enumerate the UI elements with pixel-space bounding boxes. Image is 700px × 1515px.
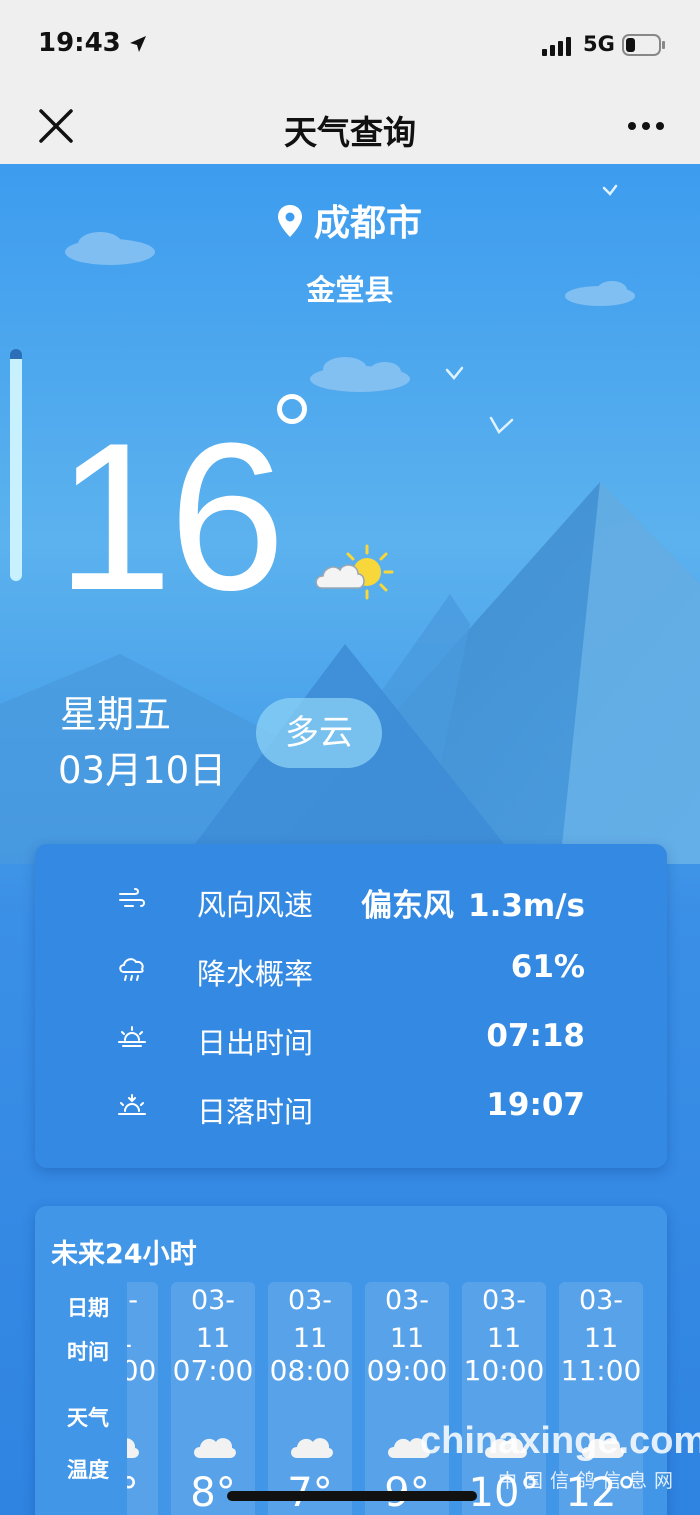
forecast-hour-column: 03- 11 07:00 8°: [171, 1282, 255, 1515]
hour-time: 09:00: [366, 1354, 448, 1387]
hour-date: 03- 11: [578, 1285, 624, 1354]
detail-value: 61%: [510, 949, 585, 985]
sunset-icon: [117, 1093, 147, 1123]
status-bar: 19:43 5G: [0, 0, 700, 90]
detail-value: 偏东风 1.3m/s: [361, 880, 585, 925]
forecast-hour-column: 03- 11 08:00 7°: [268, 1282, 352, 1515]
row-label-temp: 温度: [67, 1458, 109, 1482]
nav-bar: 天气查询: [0, 90, 700, 164]
hour-date: 03- 11: [384, 1285, 430, 1354]
row-label-weather: 天气: [67, 1406, 109, 1430]
home-indicator[interactable]: [227, 1491, 477, 1501]
detail-label: 风向风速: [197, 888, 314, 922]
wind-icon: [117, 886, 147, 916]
hour-temp: 8°: [127, 1470, 139, 1515]
status-time: 19:43: [38, 28, 121, 58]
weekday: 星期五: [60, 693, 171, 736]
forecast-hour-column: 03- 11 06:00 8°: [127, 1282, 158, 1515]
detail-label: 日落时间: [197, 1095, 314, 1129]
row-label-date: 日期: [67, 1296, 109, 1320]
row-label-time: 时间: [67, 1340, 109, 1364]
weather-hero: 成都市 金堂县 16 星期五 03月10日 多云 风向风速 偏东风 1.3m/s…: [0, 164, 700, 1515]
detail-row-precipitation: 降水概率 61%: [35, 941, 667, 1001]
condition-badge: 多云: [256, 698, 382, 768]
hour-time: 11:00: [560, 1354, 642, 1387]
cloudy-icon: [191, 1432, 237, 1464]
forecast-hour-column: 03- 11 09:00 9°: [365, 1282, 449, 1515]
detail-label: 日出时间: [197, 1026, 314, 1060]
more-dots-icon: [628, 122, 664, 130]
scroll-indicator: [10, 349, 22, 581]
rain-cloud-icon: [117, 955, 147, 987]
detail-row-sunset: 日落时间 19:07: [35, 1079, 667, 1139]
location-arrow-icon: [128, 34, 148, 58]
signal-icon: [542, 36, 574, 60]
hour-time: 10:00: [463, 1354, 545, 1387]
detail-value: 19:07: [486, 1087, 585, 1123]
location-pin-icon: [277, 205, 302, 246]
detail-value: 07:18: [486, 1018, 585, 1054]
wind-speed: 1.3m/s: [468, 888, 585, 924]
cloudy-icon: [127, 1432, 140, 1464]
page-title: 天气查询: [284, 113, 416, 152]
detail-label: 降水概率: [197, 957, 314, 991]
hour-time: 08:00: [269, 1354, 351, 1387]
more-button[interactable]: [622, 108, 670, 144]
network-type: 5G: [583, 32, 615, 56]
sunrise-icon: [117, 1024, 147, 1054]
partly-cloudy-icon: [312, 544, 394, 608]
current-date: 03月10日: [58, 749, 227, 792]
cloudy-icon: [288, 1432, 334, 1464]
forecast-title: 未来24小时: [51, 1239, 197, 1270]
wind-direction: 偏东风: [361, 888, 454, 924]
hour-date: 03- 11: [287, 1285, 333, 1354]
district-name[interactable]: 金堂县: [0, 267, 700, 309]
detail-row-wind: 风向风速 偏东风 1.3m/s: [35, 872, 667, 932]
current-temperature: 16: [56, 399, 286, 634]
city-label: 成都市: [313, 203, 422, 244]
hour-time: 07:00: [172, 1354, 254, 1387]
battery-icon: [622, 33, 666, 61]
hour-date: 03- 11: [481, 1285, 527, 1354]
weather-details-card: 风向风速 偏东风 1.3m/s 降水概率 61% 日出时间 07:18 日落时间…: [35, 844, 667, 1168]
degree-symbol: [277, 394, 307, 424]
detail-row-sunrise: 日出时间 07:18: [35, 1010, 667, 1070]
watermark-logo: chinaxinge.com: [420, 1420, 700, 1462]
hour-date: 03- 11: [190, 1285, 236, 1354]
watermark-subtitle: 中国信鸽信息网: [498, 1470, 681, 1492]
hour-date: 03- 11: [127, 1285, 139, 1354]
city-name[interactable]: 成都市: [0, 194, 700, 246]
